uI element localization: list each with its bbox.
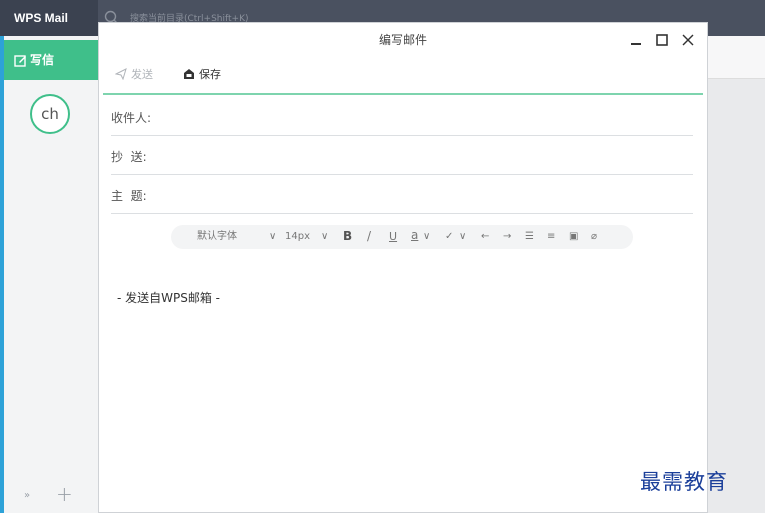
send-label[interactable]: 发送 — [131, 68, 153, 81]
chevron-down-icon[interactable]: ∨ — [269, 231, 276, 243]
to-field[interactable]: 收件人: — [111, 97, 693, 136]
chevron-down-icon[interactable]: ∨ — [459, 231, 466, 243]
watermark-text: 最需教育 — [640, 470, 728, 494]
font-family-select[interactable]: 默认字体 — [197, 231, 237, 243]
align-icon[interactable]: ☰ — [525, 231, 534, 243]
undo-icon[interactable]: ← — [481, 231, 489, 243]
subject-input[interactable] — [169, 181, 673, 207]
compose-icon — [14, 55, 26, 67]
compose-label[interactable]: 写信 — [30, 53, 54, 67]
compose-toolbar: 发送 保存 — [99, 57, 707, 95]
redo-icon[interactable]: → — [503, 231, 511, 243]
font-size-select[interactable]: 14px — [285, 231, 310, 243]
image-icon[interactable]: ▣ — [569, 231, 578, 243]
subject-label: 主 题: — [111, 189, 147, 203]
cc-input[interactable] — [169, 142, 673, 168]
avatar[interactable]: ch — [30, 94, 70, 134]
maximize-icon[interactable] — [655, 33, 669, 47]
cc-field[interactable]: 抄 送: — [111, 136, 693, 175]
window-title: 编写邮件 — [378, 33, 427, 47]
attach-icon[interactable]: ⌀ — [591, 231, 597, 243]
signature-text[interactable]: - 发送自WPS邮箱 - — [117, 289, 220, 306]
cc-label: 抄 送: — [111, 150, 147, 164]
to-label: 收件人: — [111, 111, 152, 125]
close-icon[interactable] — [681, 33, 695, 47]
list-icon[interactable]: ≡ — [547, 231, 555, 243]
subject-field[interactable]: 主 题: — [111, 175, 693, 214]
app-brand: WPS Mail — [0, 0, 98, 36]
toolbar-divider — [103, 93, 703, 95]
background-panel — [706, 36, 765, 79]
format-toolbar: 默认字体 ∨ 14px ∨ B / U a ∨ ✓ ∨ ← → ☰ ≡ ▣ ⌀ — [171, 225, 633, 249]
send-button[interactable]: 发送 — [114, 68, 153, 82]
send-icon — [114, 68, 127, 81]
save-label[interactable]: 保存 — [199, 68, 221, 81]
chevron-down-icon[interactable]: ∨ — [423, 231, 430, 243]
minimize-icon[interactable] — [629, 33, 643, 47]
save-icon — [184, 69, 194, 79]
to-input[interactable] — [169, 103, 673, 129]
italic-button[interactable]: / — [367, 230, 371, 242]
chevron-down-icon[interactable]: ∨ — [321, 231, 328, 243]
add-icon[interactable]: + — [56, 482, 73, 506]
collapse-icon[interactable]: » — [24, 490, 30, 501]
underline-button[interactable]: U — [389, 231, 397, 243]
save-button[interactable]: 保存 — [183, 68, 221, 82]
compose-button[interactable]: 写信 — [4, 40, 98, 80]
font-color-button[interactable]: a — [411, 229, 418, 241]
bold-button[interactable]: B — [343, 230, 352, 242]
compose-window: 编写邮件 发送 保存 收件人: 抄 送: 主 题: 默认字体 ∨ 14px ∨ … — [98, 22, 708, 513]
highlight-icon[interactable]: ✓ — [445, 231, 453, 243]
sidebar: 写信 ch » + — [0, 36, 98, 513]
